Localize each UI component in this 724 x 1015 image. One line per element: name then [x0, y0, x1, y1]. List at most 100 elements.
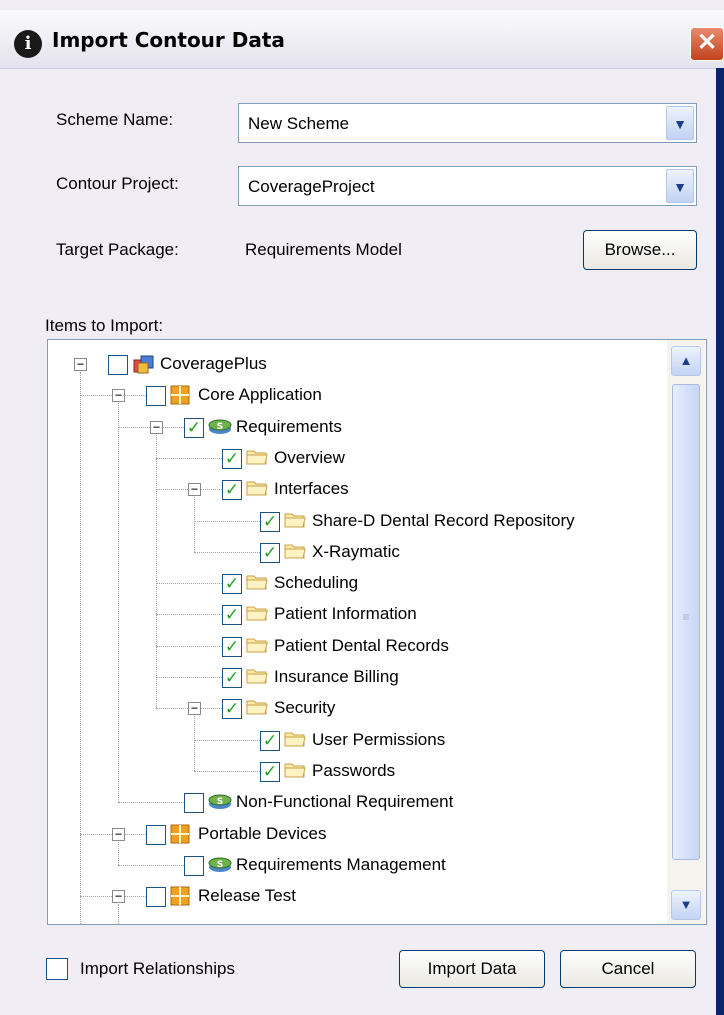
- tree-item-checkbox[interactable]: ✓: [222, 448, 242, 469]
- scheme-name-combo[interactable]: New Scheme ▼: [238, 103, 697, 143]
- close-icon: ✕: [696, 29, 718, 56]
- tree-item-checkbox[interactable]: ✓: [260, 761, 280, 782]
- tree-item[interactable]: − ✓ S Requirements: [48, 416, 668, 446]
- info-icon: i: [14, 30, 42, 58]
- scrollbar-thumb[interactable]: ≡: [672, 384, 700, 860]
- tree-item-checkbox[interactable]: ✓: [222, 636, 242, 657]
- tree-item-checkbox[interactable]: ✓: [222, 699, 242, 720]
- chevron-down-icon[interactable]: ▼: [666, 169, 694, 203]
- tree-item[interactable]: ✓ Patient Information: [48, 603, 668, 633]
- tree-connector: [156, 614, 222, 616]
- tree-item-label: CoveragePlus: [160, 354, 267, 373]
- tree-item[interactable]: ✓ X-Raymatic: [48, 541, 668, 571]
- requirement-icon: S: [208, 855, 232, 875]
- package-cube-icon: [132, 354, 154, 374]
- tree-item[interactable]: ✓ Insurance Billing: [48, 666, 668, 696]
- collapse-icon[interactable]: −: [188, 702, 201, 716]
- collapse-icon[interactable]: −: [112, 389, 125, 403]
- tree-item-label: Security: [274, 698, 336, 718]
- tree-item-label: Insurance Billing: [274, 667, 399, 686]
- tree-item-checkbox[interactable]: [146, 824, 166, 845]
- tree-item-label: Interfaces: [274, 479, 349, 499]
- tree-item-label: Patient Dental Records: [274, 635, 449, 655]
- tree-item-checkbox[interactable]: ✓: [260, 730, 280, 751]
- tree-connector: [194, 520, 260, 522]
- tree-item-checkbox[interactable]: ✓: [260, 511, 280, 532]
- tree-item-checkbox[interactable]: ✓: [260, 542, 280, 563]
- chevron-down-icon[interactable]: ▼: [666, 106, 694, 140]
- collapse-icon[interactable]: −: [112, 827, 125, 841]
- import-relationships-checkbox[interactable]: [46, 958, 68, 980]
- tree-item-checkbox[interactable]: ✓: [184, 417, 204, 438]
- contour-project-combo[interactable]: CoverageProject ▼: [238, 166, 697, 206]
- title-bar: i Import Contour Data ✕: [0, 10, 724, 69]
- tree-item-checkbox[interactable]: [146, 386, 166, 407]
- folder-icon: [246, 573, 268, 593]
- tree-item-checkbox[interactable]: ✓: [222, 605, 242, 626]
- requirement-icon: S: [208, 792, 232, 812]
- tree-item-label: Requirements Management: [236, 854, 446, 874]
- tree-item-label: Requirements: [236, 416, 342, 436]
- tree-item[interactable]: S Non-Functional Requirement: [48, 791, 668, 821]
- tree-item[interactable]: − Core Application: [48, 384, 668, 414]
- tree-connector: [194, 739, 260, 741]
- tree-item-checkbox[interactable]: [146, 887, 166, 908]
- dialog-title: Import Contour Data: [52, 28, 285, 52]
- vertical-scrollbar[interactable]: ▲ ≡ ▼: [667, 340, 705, 924]
- scroll-up-button[interactable]: ▲: [671, 346, 701, 376]
- scroll-down-button[interactable]: ▼: [671, 890, 701, 920]
- tree-item-checkbox[interactable]: ✓: [222, 574, 242, 595]
- folder-icon: [246, 667, 268, 687]
- tree-item-label: Share-D Dental Record Repository: [312, 510, 575, 530]
- tree-item-label: Portable Devices: [198, 823, 327, 843]
- tree-item[interactable]: − CoveragePlus: [48, 353, 668, 383]
- tree-item[interactable]: ✓ Share-D Dental Record Repository: [48, 510, 668, 540]
- tree-item[interactable]: − Portable Devices: [48, 823, 668, 853]
- target-package-value: Requirements Model: [245, 240, 402, 259]
- collapse-icon[interactable]: −: [112, 890, 125, 904]
- folder-icon: [284, 511, 306, 531]
- tree-item[interactable]: ✓ Overview: [48, 447, 668, 477]
- tree-item[interactable]: ✓ Patient Dental Records: [48, 635, 668, 665]
- tree-item-checkbox[interactable]: ✓: [222, 480, 242, 501]
- svg-text:S: S: [217, 860, 223, 870]
- tree-guide-line: [194, 497, 195, 552]
- collapse-icon[interactable]: −: [150, 420, 163, 434]
- tree-connector: [118, 864, 184, 866]
- tree-guide-line: [118, 904, 119, 924]
- tree-item-label: Passwords: [312, 760, 396, 780]
- folder-icon: [246, 604, 268, 624]
- browse-button[interactable]: Browse...: [583, 230, 697, 270]
- cancel-button[interactable]: Cancel: [560, 950, 696, 988]
- tree-item-checkbox[interactable]: [184, 793, 204, 814]
- tree-item[interactable]: S Requirements Management: [48, 854, 668, 884]
- folder-icon: [284, 761, 306, 781]
- tree-connector: [156, 457, 222, 459]
- import-data-button[interactable]: Import Data: [399, 950, 545, 988]
- collapse-icon[interactable]: −: [74, 358, 87, 371]
- tree-item-checkbox[interactable]: [184, 855, 204, 876]
- grid-package-icon: [170, 824, 192, 844]
- scheme-name-label: Scheme Name:: [56, 110, 174, 129]
- tree-item-label: User Permissions: [312, 729, 446, 749]
- tree-item[interactable]: ✓ Passwords: [48, 760, 668, 790]
- tree-item[interactable]: ✓ Scheduling: [48, 572, 668, 602]
- close-button[interactable]: ✕: [690, 27, 724, 61]
- grid-package-icon: [170, 886, 192, 906]
- tree-item[interactable]: ✓ User Permissions: [48, 729, 668, 759]
- tree-item-checkbox[interactable]: [108, 355, 128, 375]
- svg-text:S: S: [217, 422, 223, 432]
- collapse-icon[interactable]: −: [188, 483, 201, 497]
- folder-icon: [284, 730, 306, 750]
- tree-item-checkbox[interactable]: ✓: [222, 668, 242, 688]
- contour-project-label: Contour Project:: [56, 174, 179, 193]
- tree-connector: [156, 645, 222, 647]
- items-tree[interactable]: − CoveragePlus − Core Application − ✓ S Require…: [47, 339, 707, 925]
- tree-guide-line: [118, 841, 119, 865]
- tree-guide-line: [156, 434, 157, 709]
- tree-item[interactable]: − ✓ Interfaces: [48, 478, 668, 508]
- import-contour-dialog: i Import Contour Data ✕ Scheme Name: New…: [0, 0, 724, 1015]
- tree-item[interactable]: − ✓ Security: [48, 697, 668, 727]
- tree-item[interactable]: − Release Test: [48, 885, 668, 915]
- chevron-down-icon: ▼: [679, 897, 693, 912]
